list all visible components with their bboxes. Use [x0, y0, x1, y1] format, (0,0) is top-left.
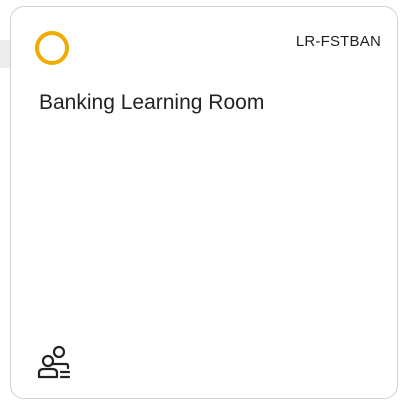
users-icon — [37, 345, 71, 379]
room-title: Banking Learning Room — [39, 91, 265, 114]
room-code: LR-FSTBAN — [295, 33, 381, 50]
status-ring-icon — [35, 31, 69, 65]
page: LR-FSTBAN Banking Learning Room — [0, 0, 403, 403]
learning-room-card[interactable]: LR-FSTBAN Banking Learning Room — [10, 6, 398, 399]
adjacent-card-edge — [0, 40, 10, 68]
